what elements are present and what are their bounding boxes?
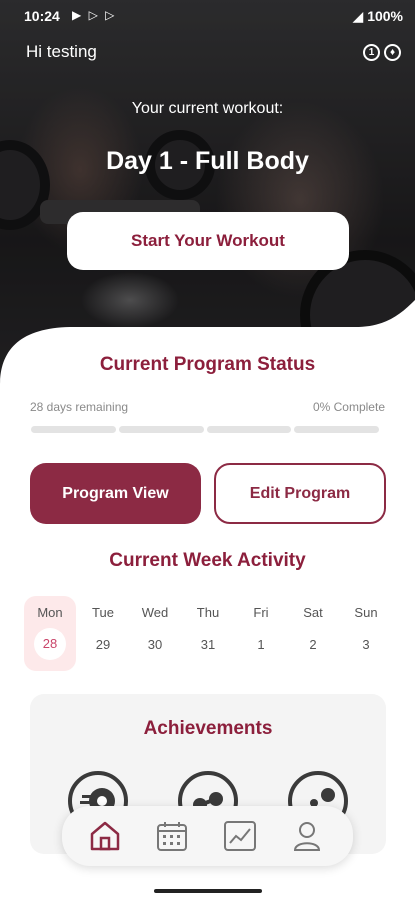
achievements-title: Achievements: [143, 718, 273, 739]
bottom-tab-bar: [62, 806, 353, 866]
system-home-indicator[interactable]: [154, 889, 262, 893]
day-number: 28: [34, 628, 66, 660]
days-remaining-text: 28 days remaining: [30, 400, 129, 414]
day-tue[interactable]: Tue 29: [77, 596, 129, 671]
status-time: 10:24: [24, 8, 60, 24]
percent-complete-text: 0% Complete: [312, 400, 385, 414]
program-status-title: Current Program Status: [99, 354, 316, 375]
day-name: Sat: [303, 605, 323, 620]
battery-text: 100%: [367, 8, 403, 24]
day-name: Thu: [196, 605, 220, 620]
day-number: 29: [95, 637, 111, 652]
signal-icon: ◢: [352, 8, 368, 24]
program-progress-bar: [31, 426, 379, 433]
start-workout-button[interactable]: Start Your Workout: [67, 212, 349, 270]
program-view-button[interactable]: Program View: [30, 463, 201, 524]
status-bar: 10:24 ▶ ▷ ▷ ◢ 100%: [0, 0, 415, 34]
home-icon[interactable]: [87, 818, 123, 854]
edit-program-button[interactable]: Edit Program: [214, 463, 386, 524]
day-name: Fri: [253, 605, 269, 620]
progress-segment: [294, 426, 379, 433]
battery-indicator: ◢ 100%: [353, 8, 403, 25]
day-mon[interactable]: Mon 28: [24, 596, 76, 671]
workout-title: Day 1 - Full Body: [106, 147, 309, 175]
streak-counter-icon[interactable]: 1: [363, 44, 380, 61]
current-workout-label: Your current workout:: [131, 100, 284, 117]
calendar-icon[interactable]: [154, 818, 190, 854]
day-wed[interactable]: Wed 30: [129, 596, 181, 671]
week-strip: Mon 28 Tue 29 Wed 30 Thu 31 Fri 1 Sat 2 …: [22, 596, 395, 671]
day-number: 31: [200, 637, 216, 652]
day-name: Sun: [354, 605, 378, 620]
day-number: 1: [257, 637, 265, 652]
header-icons: 1 ♦: [363, 44, 401, 61]
progress-segment: [206, 426, 292, 433]
day-sun[interactable]: Sun 3: [340, 596, 392, 671]
day-thu[interactable]: Thu 31: [182, 596, 234, 671]
day-name: Mon: [37, 605, 63, 620]
day-name: Wed: [141, 605, 169, 620]
day-number: 2: [309, 637, 317, 652]
greeting-text: Hi testing: [26, 42, 97, 61]
day-sat[interactable]: Sat 2: [287, 596, 339, 671]
week-activity-title: Current Week Activity: [109, 550, 306, 571]
day-number: 30: [147, 637, 163, 652]
day-name: Tue: [92, 605, 114, 620]
profile-icon[interactable]: [289, 818, 325, 854]
progress-segment: [31, 426, 116, 433]
day-number: 3: [362, 637, 370, 652]
notification-icons: ▶ ▷ ▷: [72, 8, 117, 22]
chart-icon[interactable]: [222, 818, 258, 854]
progress-segment: [118, 426, 204, 433]
flame-icon[interactable]: ♦: [384, 44, 401, 61]
day-fri[interactable]: Fri 1: [235, 596, 287, 671]
